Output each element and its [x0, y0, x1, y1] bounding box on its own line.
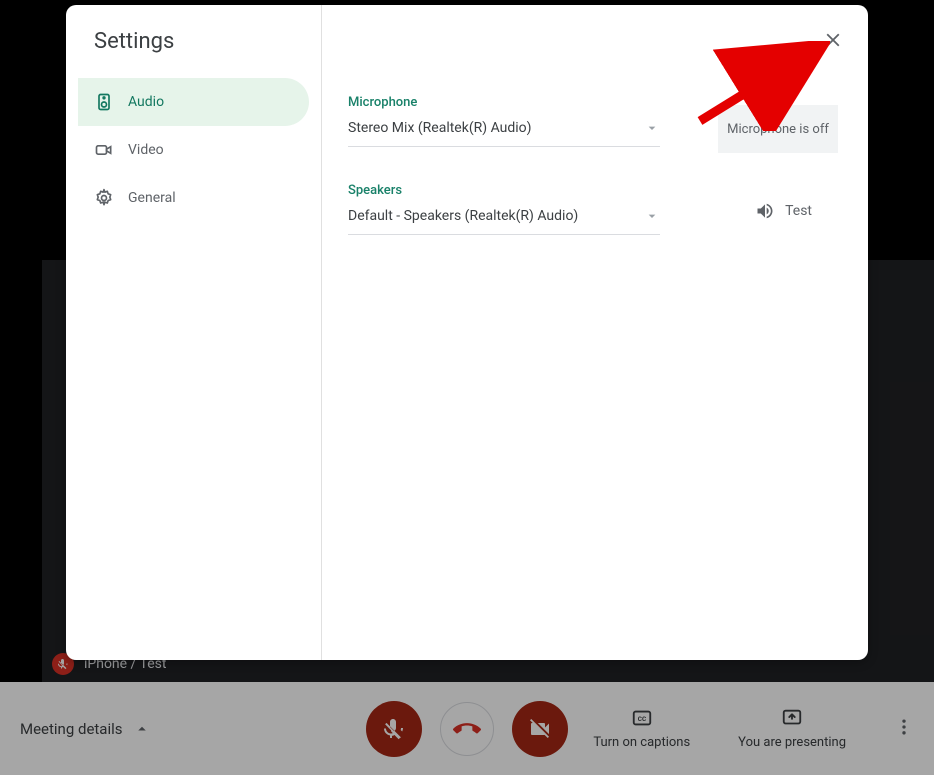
- settings-sidebar: Settings Audio Video General: [66, 5, 322, 660]
- video-background: iPhone / Test Meeting details CC Turn on…: [0, 0, 934, 775]
- volume-icon: [755, 201, 775, 221]
- microphone-status-text: Microphone is off: [727, 122, 829, 137]
- video-icon: [94, 140, 114, 160]
- speaker-icon: [94, 92, 114, 112]
- nav-item-general[interactable]: General: [78, 174, 309, 222]
- nav-label-general: General: [128, 190, 176, 206]
- speakers-label: Speakers: [348, 183, 838, 198]
- close-icon: [822, 29, 844, 51]
- settings-nav: Audio Video General: [66, 74, 321, 222]
- chevron-down-icon: [644, 120, 660, 136]
- chevron-down-icon: [644, 208, 660, 224]
- test-label: Test: [785, 203, 812, 219]
- microphone-dropdown[interactable]: Stereo Mix (Realtek(R) Audio): [348, 120, 660, 147]
- microphone-status: Microphone is off: [718, 105, 838, 153]
- settings-modal: Settings Audio Video General: [66, 5, 868, 660]
- close-button[interactable]: [822, 29, 844, 55]
- microphone-selected: Stereo Mix (Realtek(R) Audio): [348, 120, 532, 136]
- nav-label-video: Video: [128, 142, 164, 158]
- speakers-dropdown[interactable]: Default - Speakers (Realtek(R) Audio): [348, 208, 660, 235]
- test-speakers-button[interactable]: Test: [755, 201, 812, 221]
- gear-icon: [94, 188, 114, 208]
- nav-item-audio[interactable]: Audio: [78, 78, 309, 126]
- nav-label-audio: Audio: [128, 94, 164, 110]
- nav-item-video[interactable]: Video: [78, 126, 309, 174]
- settings-title: Settings: [66, 29, 321, 74]
- speakers-selected: Default - Speakers (Realtek(R) Audio): [348, 208, 578, 224]
- settings-content: Microphone Stereo Mix (Realtek(R) Audio)…: [322, 5, 868, 660]
